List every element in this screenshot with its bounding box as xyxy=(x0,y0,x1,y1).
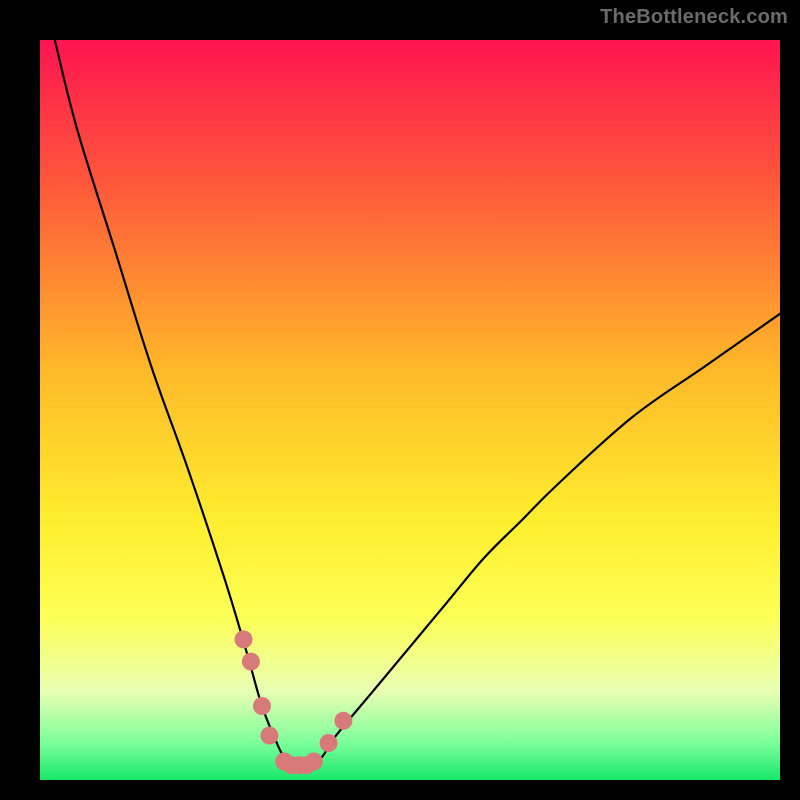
chart-frame: TheBottleneck.com xyxy=(0,0,800,800)
curve-markers xyxy=(235,630,353,774)
plot-area xyxy=(40,40,780,780)
watermark-text: TheBottleneck.com xyxy=(600,6,788,29)
curve-marker xyxy=(253,697,271,715)
curve-marker xyxy=(242,653,260,671)
curve-marker xyxy=(235,630,253,648)
curve-marker xyxy=(320,734,338,752)
curve-marker xyxy=(260,727,278,745)
curve-layer xyxy=(40,40,780,780)
curve-marker xyxy=(305,753,323,771)
bottleneck-curve xyxy=(55,40,780,766)
curve-marker xyxy=(334,712,352,730)
